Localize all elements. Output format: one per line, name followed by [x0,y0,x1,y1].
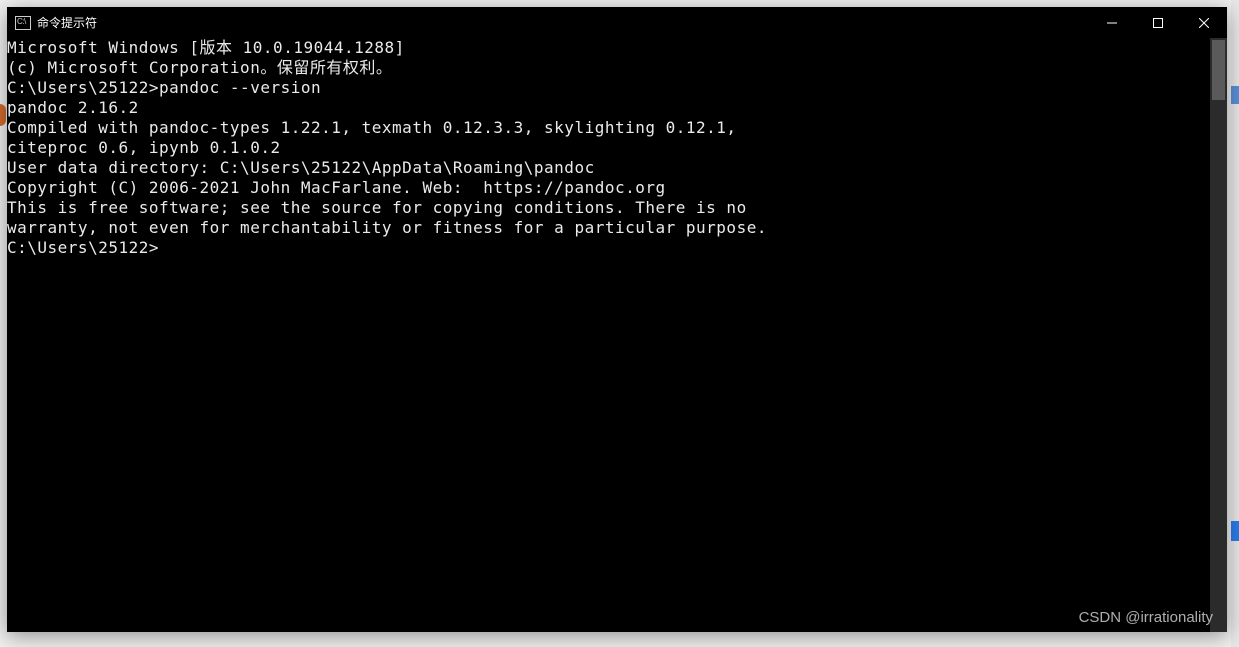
terminal-line: Microsoft Windows [版本 10.0.19044.1288] [7,38,1210,58]
terminal-line: (c) Microsoft Corporation。保留所有权利。 [7,58,1210,78]
titlebar[interactable]: C:\ 命令提示符 [7,7,1227,38]
background-accent [0,104,6,126]
terminal-line: C:\Users\25122> [7,238,1210,258]
background-accent [1231,521,1239,541]
background-accent [1231,86,1239,104]
terminal-line: C:\Users\25122>pandoc --version [7,78,1210,98]
terminal-line: citeproc 0.6, ipynb 0.1.0.2 [7,138,1210,158]
maximize-button[interactable] [1135,7,1181,38]
watermark-text: CSDN @irrationality [1079,608,1213,628]
terminal-line: pandoc 2.16.2 [7,98,1210,118]
maximize-icon [1153,18,1163,28]
minimize-icon [1107,18,1117,28]
terminal-line: User data directory: C:\Users\25122\AppD… [7,158,1210,178]
terminal-line: Compiled with pandoc-types 1.22.1, texma… [7,118,1210,138]
terminal-line: Copyright (C) 2006-2021 John MacFarlane.… [7,178,1210,198]
command-prompt-window: C:\ 命令提示符 Microsoft Windows [版本 10.0.190… [7,7,1227,632]
minimize-button[interactable] [1089,7,1135,38]
terminal-line: This is free software; see the source fo… [7,198,1210,218]
close-icon [1199,18,1209,28]
window-title: 命令提示符 [37,14,97,31]
desktop: C:\ 命令提示符 Microsoft Windows [版本 10.0.190… [0,0,1239,647]
cursor [159,239,168,257]
terminal-body[interactable]: Microsoft Windows [版本 10.0.19044.1288](c… [7,38,1227,632]
close-button[interactable] [1181,7,1227,38]
terminal-line: warranty, not even for merchantability o… [7,218,1210,238]
scrollbar-thumb[interactable] [1212,40,1225,100]
scrollbar-vertical[interactable] [1210,38,1227,632]
cmd-icon: C:\ [15,16,31,30]
